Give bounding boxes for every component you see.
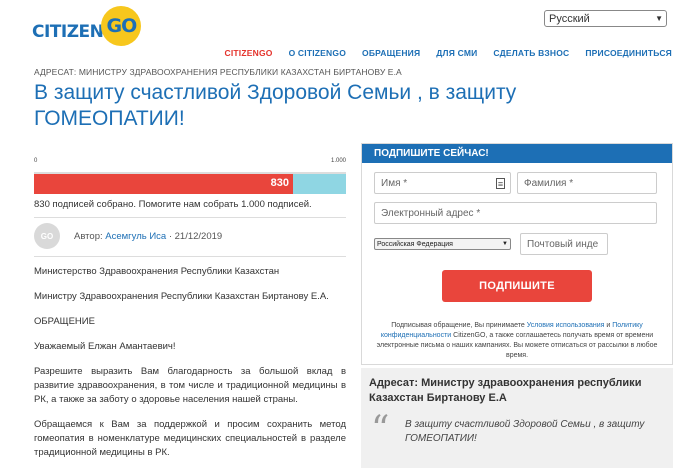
citizengo-logo[interactable]: CITIZEN GO: [32, 6, 142, 46]
author-info: Автор: Асемгуль Иса · 21/12/2019: [74, 231, 222, 242]
progress-min-label: 0: [34, 158, 38, 164]
country-select[interactable]: Российская Федерация ▼: [374, 238, 511, 250]
summary-addressee: Адресат: Министру здравоохранения респуб…: [369, 377, 642, 404]
progress-fill: 830: [34, 174, 293, 194]
postal-code-input[interactable]: Почтовый инде: [520, 233, 608, 255]
nav-item-join[interactable]: ПРИСОЕДИНИТЬСЯ: [585, 48, 672, 58]
postal-placeholder: Почтовый инде: [527, 238, 599, 250]
author-prefix: Автор:: [74, 230, 103, 242]
body-paragraph: Уважаемый Елжан Амантаевич!: [34, 341, 176, 352]
author-name-link[interactable]: Асемгуль Иса: [105, 231, 166, 242]
progress-caption: 830 подписей собрано. Помогите нам собра…: [34, 199, 312, 210]
divider: [34, 256, 346, 257]
body-paragraph: Министру Здравоохранения Республики Каза…: [34, 291, 329, 302]
summary-text: В защиту счастливой Здоровой Семьи , в з…: [405, 419, 645, 444]
body-paragraph: Разрешите выразить Вам благодарность за …: [34, 366, 346, 405]
language-select[interactable]: Русский ▼: [544, 10, 667, 27]
logo-text: CITIZEN: [32, 22, 104, 42]
contact-card-icon[interactable]: ≡: [496, 178, 505, 189]
sign-panel-heading: ПОДПИШИТЕ СЕЙЧАС!: [362, 144, 672, 163]
first-name-placeholder: Имя *: [381, 177, 408, 189]
email-placeholder: Электронный адрес *: [381, 207, 481, 219]
nav-item-petitions[interactable]: ОБРАЩЕНИЯ: [362, 48, 420, 58]
logo-circle: GO: [101, 6, 142, 46]
petition-addressee: АДРЕСАТ: МИНИСТРУ ЗДРАВООХРАНЕНИЯ РЕСПУБ…: [34, 67, 402, 77]
progress-current-label: 830: [270, 177, 289, 189]
language-selected: Русский: [549, 12, 590, 25]
sign-button[interactable]: ПОДПИШИТЕ: [442, 270, 592, 302]
progress-labels: 0 1.000: [34, 158, 346, 164]
last-name-input[interactable]: Фамилия *: [517, 172, 657, 194]
nav-item-press[interactable]: ДЛЯ СМИ: [436, 48, 477, 58]
avatar: GO: [34, 223, 60, 249]
nav-item-donate[interactable]: СДЕЛАТЬ ВЗНОС: [493, 48, 569, 58]
page-title: В защиту счастливой Здоровой Семьи , в з…: [34, 81, 517, 130]
quote-icon: “: [371, 409, 390, 450]
author-row: GO Автор: Асемгуль Иса · 21/12/2019: [34, 223, 222, 249]
nav-item-about[interactable]: О CITIZENGO: [289, 48, 346, 58]
country-selected: Российская Федерация: [377, 240, 453, 248]
progress-max-label: 1.000: [330, 158, 346, 164]
sign-disclaimer: Подписывая обращение, Вы принимаете Усло…: [372, 321, 662, 361]
disclaimer-text: Подписывая обращение, Вы принимаете: [391, 322, 527, 329]
petition-body: Министерство Здравоохранения Республики …: [34, 265, 346, 468]
body-paragraph: Министерство Здравоохранения Республики …: [34, 266, 280, 277]
petition-summary-box: Адресат: Министру здравоохранения респуб…: [361, 368, 673, 468]
logo-go-text: GO: [106, 15, 138, 37]
signature-progress-bar: 830: [34, 172, 346, 194]
main-nav: CITIZENGO О CITIZENGO ОБРАЩЕНИЯ ДЛЯ СМИ …: [208, 48, 672, 58]
terms-link[interactable]: Условия использования: [527, 322, 605, 329]
sign-panel: ПОДПИШИТЕ СЕЙЧАС! Имя * ≡ Фамилия * Элек…: [361, 143, 673, 365]
body-paragraph: ОБРАЩЕНИЕ: [34, 316, 95, 327]
last-name-placeholder: Фамилия *: [524, 177, 574, 189]
author-date: · 21/12/2019: [168, 230, 223, 242]
email-input[interactable]: Электронный адрес *: [374, 202, 657, 224]
first-name-input[interactable]: Имя * ≡: [374, 172, 511, 194]
divider: [34, 217, 346, 218]
nav-item-citizengo[interactable]: CITIZENGO: [224, 48, 272, 58]
chevron-down-icon: ▼: [655, 14, 663, 23]
body-paragraph: Обращаемся к Вам за поддержкой и просим …: [34, 419, 346, 458]
chevron-down-icon: ▼: [502, 241, 508, 247]
